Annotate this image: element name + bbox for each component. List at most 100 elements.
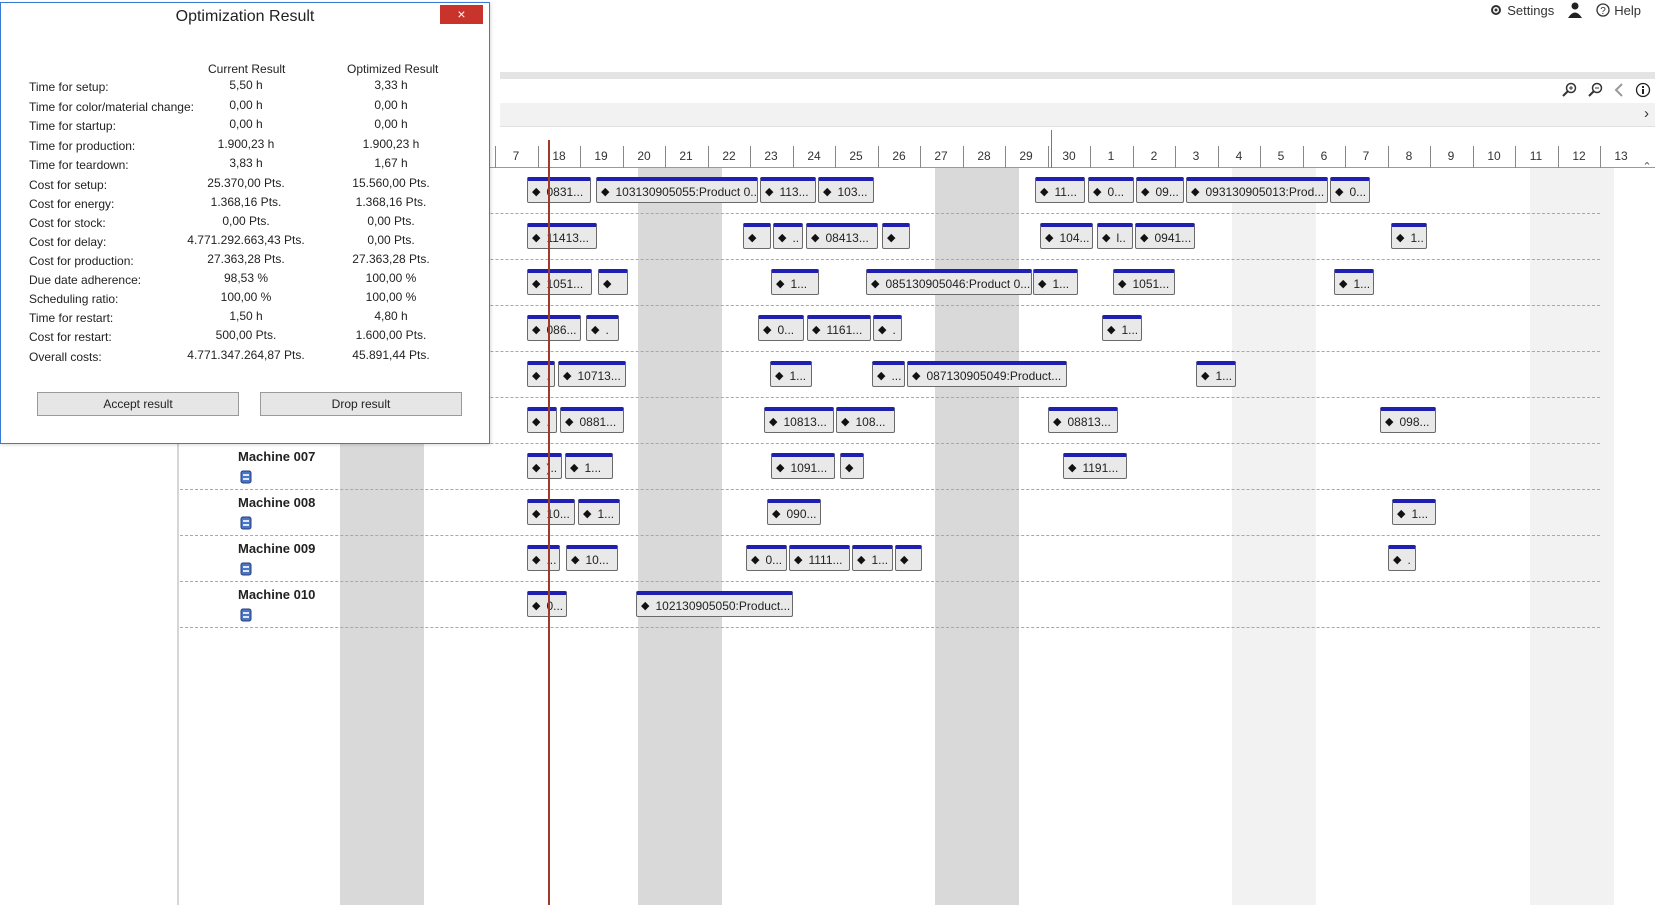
job-bar[interactable]: ◆... bbox=[527, 545, 560, 571]
job-bar[interactable]: ◆ 1... bbox=[1334, 269, 1374, 295]
job-icon: ◆ bbox=[776, 462, 785, 474]
machine-name: Machine 007 bbox=[238, 449, 316, 464]
optimized-result-value: 0,00 h bbox=[374, 98, 408, 112]
current-result-value: 3,83 h bbox=[229, 156, 263, 170]
job-bar[interactable]: ◆ 113... bbox=[760, 177, 816, 203]
zoom-out-icon[interactable] bbox=[1587, 82, 1603, 101]
job-bar[interactable]: ◆ bbox=[895, 545, 922, 571]
job-bar[interactable]: ◆ 103130905055:Product 0... bbox=[596, 177, 758, 203]
job-bar[interactable]: ◆ bbox=[840, 453, 864, 479]
close-button[interactable]: × bbox=[440, 5, 483, 24]
job-bar[interactable]: ◆ 085130905046:Product 0... bbox=[866, 269, 1032, 295]
job-icon: ◆ bbox=[1038, 278, 1047, 290]
job-bar[interactable]: ◆ 0941... bbox=[1135, 223, 1195, 249]
job-bar[interactable]: ◆ 1... bbox=[1033, 269, 1078, 295]
job-label: l.. bbox=[1116, 230, 1126, 245]
job-bar[interactable]: ◆ 090... bbox=[767, 499, 821, 525]
job-icon: ◆ bbox=[845, 462, 854, 474]
result-row-label: Time for color/material change: bbox=[29, 100, 194, 114]
job-bar[interactable]: ◆ bbox=[882, 223, 910, 249]
job-bar[interactable]: ◆ 1... bbox=[770, 361, 812, 387]
job-bar[interactable]: ◆ 1051... bbox=[527, 269, 592, 295]
job-bar[interactable]: ◆ 11... bbox=[1035, 177, 1085, 203]
job-bar[interactable]: ◆ 098... bbox=[1380, 407, 1436, 433]
job-bar[interactable]: ◆ 0831... bbox=[527, 177, 591, 203]
job-icon: ◆ bbox=[772, 508, 781, 520]
job-bar[interactable]: ◆ 1111... bbox=[789, 545, 850, 571]
job-icon: ◆ bbox=[1141, 186, 1150, 198]
job-icon: ◆ bbox=[1339, 278, 1348, 290]
job-bar[interactable]: ◆. bbox=[873, 315, 902, 341]
user-link[interactable] bbox=[1568, 2, 1583, 18]
job-bar[interactable]: ◆ 10... bbox=[566, 545, 618, 571]
job-bar[interactable]: ◆.. bbox=[773, 223, 803, 249]
job-bar[interactable]: ◆ bbox=[743, 223, 771, 249]
job-bar[interactable]: ◆).. bbox=[527, 453, 562, 479]
job-bar[interactable]: ◆ 1091... bbox=[771, 453, 835, 479]
job-bar[interactable]: ◆... bbox=[872, 361, 905, 387]
job-bar[interactable]: ◆ 087130905049:Product... bbox=[907, 361, 1067, 387]
job-bar[interactable]: ◆ 1... bbox=[1102, 315, 1142, 341]
zoom-in-icon[interactable] bbox=[1561, 82, 1577, 101]
job-bar[interactable]: ◆ 1191... bbox=[1063, 453, 1127, 479]
job-icon: ◆ bbox=[1201, 370, 1210, 382]
job-icon: ◆ bbox=[532, 232, 541, 244]
job-bar[interactable]: ◆ 086... bbox=[527, 315, 581, 341]
job-label: 090... bbox=[786, 506, 817, 521]
job-bar[interactable]: ◆ 11413... bbox=[527, 223, 597, 249]
job-bar[interactable]: ◆ 1... bbox=[852, 545, 893, 571]
job-label: 1161... bbox=[826, 322, 863, 337]
job-icon: ◆ bbox=[603, 278, 612, 290]
job-bar[interactable]: ◆ 104... bbox=[1040, 223, 1093, 249]
job-bar[interactable]: ◆ 103... bbox=[818, 177, 874, 203]
day-label: 8 bbox=[1405, 149, 1413, 163]
drop-result-button[interactable]: Drop result bbox=[260, 392, 462, 416]
job-bar[interactable]: ◆ 10... bbox=[527, 499, 575, 525]
job-bar[interactable]: ◆ 0881... bbox=[560, 407, 624, 433]
job-bar[interactable]: ◆. bbox=[1388, 545, 1416, 571]
job-bar[interactable]: ◆ 093130905013:Prod... bbox=[1186, 177, 1328, 203]
job-bar[interactable]: ◆ 0... bbox=[758, 315, 804, 341]
job-bar[interactable]: ◆ 0... bbox=[527, 591, 567, 617]
job-bar[interactable]: ◆ bbox=[598, 269, 628, 295]
job-label: 108... bbox=[855, 414, 886, 429]
job-bar[interactable]: ◆ 09... bbox=[1136, 177, 1184, 203]
job-icon: ◆ bbox=[563, 370, 572, 382]
job-bar[interactable]: ◆ 1... bbox=[578, 499, 620, 525]
job-bar[interactable]: ◆ 1... bbox=[1392, 499, 1436, 525]
job-bar[interactable]: ◆ 1051... bbox=[1113, 269, 1175, 295]
job-bar[interactable]: ◆. bbox=[586, 315, 619, 341]
job-bar[interactable]: ◆ 08413... bbox=[806, 223, 878, 249]
job-bar[interactable]: ◆ 10713... bbox=[558, 361, 626, 387]
job-label: ... bbox=[891, 368, 902, 383]
info-icon[interactable] bbox=[1635, 82, 1651, 101]
job-bar[interactable]: ◆ 08813... bbox=[1048, 407, 1118, 433]
job-bar[interactable]: ◆ 10813... bbox=[764, 407, 834, 433]
scroll-up-icon[interactable]: ⌃ bbox=[1639, 160, 1655, 173]
optimized-result-value: 1.900,23 h bbox=[362, 137, 420, 151]
help-label: Help bbox=[1614, 2, 1641, 18]
job-bar[interactable]: ◆ 0... bbox=[746, 545, 787, 571]
job-bar[interactable]: ◆ 0... bbox=[1088, 177, 1134, 203]
chevron-right-icon[interactable]: › bbox=[1644, 105, 1649, 122]
machine-icon bbox=[240, 516, 252, 533]
job-bar[interactable]: ◆ 1... bbox=[565, 453, 613, 479]
job-bar[interactable]: ◆ 1... bbox=[771, 269, 819, 295]
job-icon: ◆ bbox=[1053, 416, 1062, 428]
job-bar[interactable]: ◆ 1.. bbox=[1391, 223, 1427, 249]
job-bar[interactable]: ◆. bbox=[527, 361, 555, 387]
job-bar[interactable]: ◆ 102130905050:Product... bbox=[636, 591, 793, 617]
job-bar[interactable]: ◆ 1161... bbox=[807, 315, 871, 341]
back-arrow-icon[interactable] bbox=[1613, 82, 1625, 101]
accept-result-button[interactable]: Accept result bbox=[37, 392, 239, 416]
settings-link[interactable]: Settings bbox=[1489, 3, 1554, 18]
job-label: 1... bbox=[871, 552, 889, 567]
day-label: 6 bbox=[1320, 149, 1328, 163]
help-link[interactable]: ? Help bbox=[1596, 3, 1641, 18]
job-bar[interactable]: ◆ l.. bbox=[1097, 223, 1133, 249]
job-bar[interactable]: ◆ 108... bbox=[836, 407, 895, 433]
job-bar[interactable]: ◆ 0... bbox=[1330, 177, 1370, 203]
current-result-value: 1,50 h bbox=[229, 309, 263, 323]
job-bar[interactable]: ◆. bbox=[527, 407, 557, 433]
job-bar[interactable]: ◆ 1... bbox=[1196, 361, 1236, 387]
